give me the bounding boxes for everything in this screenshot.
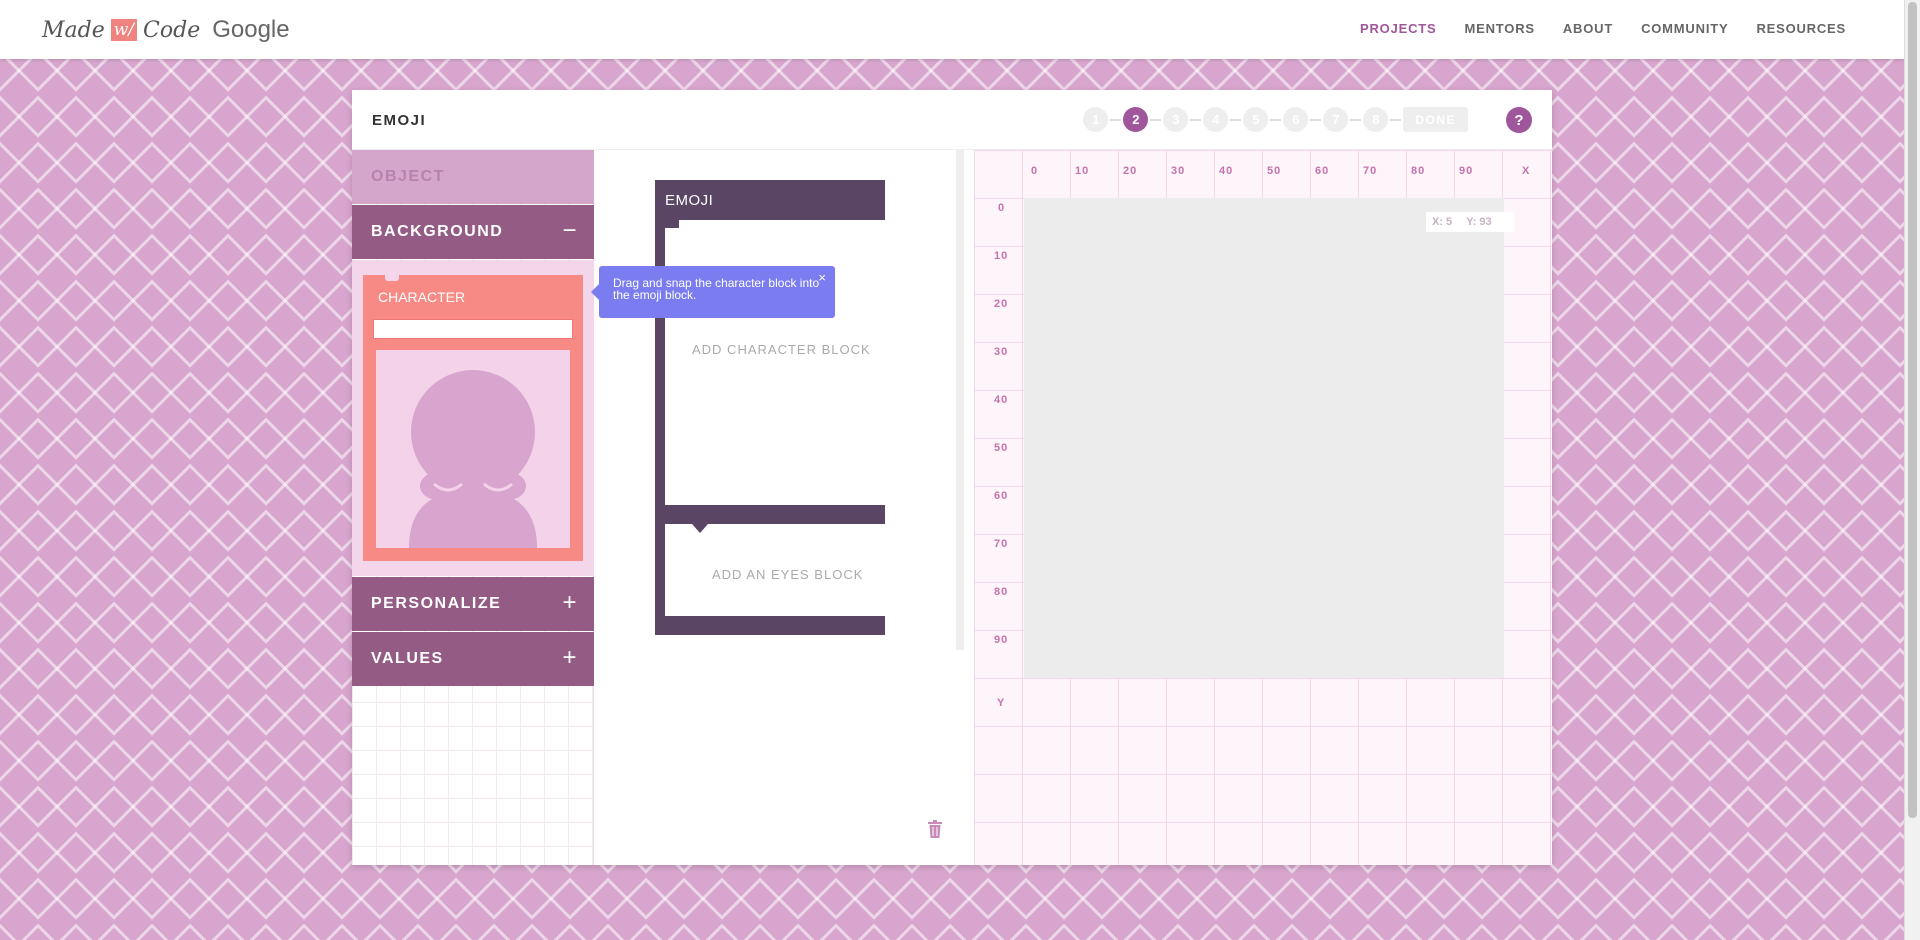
category-object-label: OBJECT bbox=[371, 168, 445, 185]
page-scrollbar-thumb[interactable] bbox=[1908, 2, 1917, 818]
step-divider bbox=[1190, 118, 1202, 121]
emoji-block-tab bbox=[692, 524, 708, 533]
close-icon[interactable]: × bbox=[818, 271, 826, 284]
step-2[interactable]: 2 bbox=[1123, 107, 1149, 132]
step-divider bbox=[1390, 118, 1402, 121]
panel-header: EMOJI 1 2 3 4 5 6 7 8 DONE ? bbox=[352, 90, 1552, 150]
category-personalize[interactable]: PERSONALIZE + bbox=[352, 577, 594, 631]
step-divider bbox=[1350, 118, 1362, 121]
category-background[interactable]: BACKGROUND − bbox=[352, 205, 594, 259]
y-axis-label: 70 bbox=[994, 538, 1009, 550]
y-axis-label: 40 bbox=[994, 394, 1009, 406]
project-panel: EMOJI 1 2 3 4 5 6 7 8 DONE ? OBJECT BACK… bbox=[352, 90, 1552, 865]
character-silhouette-icon bbox=[409, 370, 537, 548]
y-coordinate: Y: 93 bbox=[1466, 216, 1492, 228]
nav-projects[interactable]: PROJECTS bbox=[1360, 21, 1436, 36]
trash-icon[interactable] bbox=[928, 820, 942, 838]
made-with-code-logo[interactable]: Made w/ Code Google bbox=[42, 16, 290, 44]
x-axis-label: 0 bbox=[1031, 165, 1039, 177]
tooltip-text: Drag and snap the character block into t… bbox=[613, 276, 820, 302]
top-navigation-bar: Made w/ Code Google PROJECTS MENTORS ABO… bbox=[0, 0, 1904, 59]
step-divider bbox=[1310, 118, 1322, 121]
character-slot-placeholder: ADD CHARACTER BLOCK bbox=[692, 342, 871, 357]
step-divider bbox=[1270, 118, 1282, 121]
emoji-canvas[interactable] bbox=[1024, 198, 1504, 678]
emoji-block-label: EMOJI bbox=[665, 192, 714, 209]
x-coordinate: X: 5 bbox=[1432, 216, 1453, 228]
step-3[interactable]: 3 bbox=[1163, 107, 1189, 132]
y-axis-label: 50 bbox=[994, 442, 1009, 454]
step-divider bbox=[1230, 118, 1242, 121]
x-axis-label: 50 bbox=[1267, 165, 1282, 177]
character-block-label: CHARACTER bbox=[378, 289, 466, 305]
nav-resources[interactable]: RESOURCES bbox=[1756, 21, 1846, 36]
tooltip-arrow bbox=[591, 284, 599, 300]
character-block[interactable]: CHARACTER bbox=[363, 271, 583, 561]
category-object[interactable]: OBJECT bbox=[352, 150, 594, 204]
logo-google: Google bbox=[212, 16, 290, 43]
x-axis-label: 90 bbox=[1459, 165, 1474, 177]
y-axis-label: 60 bbox=[994, 490, 1009, 502]
emoji-block-notch bbox=[665, 220, 679, 228]
logo-code: Code bbox=[143, 17, 201, 43]
emoji-block-bottom-notch bbox=[692, 607, 708, 616]
collapse-icon[interactable]: − bbox=[562, 219, 578, 243]
code-workspace[interactable]: EMOJI ADD CHARACTER BLOCK ADD AN EYES BL… bbox=[595, 150, 970, 865]
background-block-tray: CHARACTER bbox=[352, 260, 594, 576]
hint-tooltip: Drag and snap the character block into t… bbox=[591, 266, 835, 318]
category-personalize-label: PERSONALIZE bbox=[371, 595, 502, 612]
expand-icon[interactable]: + bbox=[562, 646, 578, 670]
help-button[interactable]: ? bbox=[1506, 107, 1532, 133]
x-axis-label: 30 bbox=[1171, 165, 1186, 177]
y-axis-label: 0 bbox=[998, 202, 1006, 214]
emoji-preview-grid: 0 10 20 30 40 50 60 70 80 90 X 0 10 20 3… bbox=[974, 150, 1552, 865]
x-axis-title: X bbox=[1522, 165, 1531, 177]
step-8[interactable]: 8 bbox=[1363, 107, 1389, 132]
x-axis-label: 40 bbox=[1219, 165, 1234, 177]
step-divider bbox=[1110, 118, 1122, 121]
step-progress: 1 2 3 4 5 6 7 8 DONE bbox=[1083, 107, 1468, 132]
y-axis-label: 80 bbox=[994, 586, 1009, 598]
x-axis-label: 70 bbox=[1363, 165, 1378, 177]
nav-mentors[interactable]: MENTORS bbox=[1464, 21, 1534, 36]
step-5[interactable]: 5 bbox=[1243, 107, 1269, 132]
workspace-scrollbar[interactable] bbox=[956, 150, 964, 650]
x-axis-label: 20 bbox=[1123, 165, 1138, 177]
nav-about[interactable]: ABOUT bbox=[1563, 21, 1613, 36]
step-1[interactable]: 1 bbox=[1083, 107, 1109, 132]
page-scrollbar[interactable] bbox=[1904, 0, 1920, 940]
emoji-block-bottom bbox=[655, 616, 885, 635]
step-6[interactable]: 6 bbox=[1283, 107, 1309, 132]
project-title: EMOJI bbox=[372, 112, 427, 129]
logo-w: w/ bbox=[110, 19, 138, 41]
character-preview bbox=[373, 347, 573, 551]
main-nav: PROJECTS MENTORS ABOUT COMMUNITY RESOURC… bbox=[1360, 21, 1846, 36]
step-7[interactable]: 7 bbox=[1323, 107, 1349, 132]
emoji-block-divider bbox=[655, 505, 885, 524]
done-button[interactable]: DONE bbox=[1403, 107, 1468, 132]
x-axis-label: 10 bbox=[1075, 165, 1090, 177]
nav-community[interactable]: COMMUNITY bbox=[1641, 21, 1728, 36]
eyes-slot-placeholder: ADD AN EYES BLOCK bbox=[712, 567, 864, 582]
y-axis-label: 90 bbox=[994, 634, 1009, 646]
y-axis-label: 20 bbox=[994, 298, 1009, 310]
cursor-coordinates: X: 5 Y: 93 bbox=[1426, 212, 1514, 232]
emoji-block[interactable]: EMOJI bbox=[655, 180, 885, 220]
block-notch bbox=[385, 271, 399, 281]
block-sidebar: OBJECT BACKGROUND − CHARACTER PERSONALIZ… bbox=[352, 150, 594, 865]
character-name-input[interactable] bbox=[373, 319, 573, 339]
step-divider bbox=[1150, 118, 1162, 121]
logo-made: Made bbox=[42, 17, 105, 43]
y-axis-title: Y bbox=[997, 697, 1006, 709]
y-axis-label: 30 bbox=[994, 346, 1009, 358]
category-values[interactable]: VALUES + bbox=[352, 632, 594, 686]
category-background-label: BACKGROUND bbox=[371, 223, 504, 240]
expand-icon[interactable]: + bbox=[562, 591, 578, 615]
step-4[interactable]: 4 bbox=[1203, 107, 1229, 132]
y-axis-label: 10 bbox=[994, 250, 1009, 262]
x-axis-label: 80 bbox=[1411, 165, 1426, 177]
category-values-label: VALUES bbox=[371, 650, 444, 667]
x-axis-label: 60 bbox=[1315, 165, 1330, 177]
